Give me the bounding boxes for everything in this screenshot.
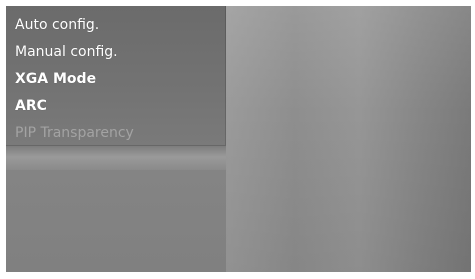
menu-item-manual-config[interactable]: Manual config. xyxy=(15,43,134,70)
panel-divider xyxy=(6,146,226,170)
menu-item-arc[interactable]: ARC xyxy=(15,97,134,124)
osd-menu-list: Auto config. Manual config. XGA Mode ARC… xyxy=(15,16,134,151)
osd-lower-panel xyxy=(6,170,226,272)
tv-screen: Auto config. Manual config. XGA Mode ARC… xyxy=(6,6,471,272)
menu-item-auto-config[interactable]: Auto config. xyxy=(15,16,134,43)
menu-item-xga-mode[interactable]: XGA Mode xyxy=(15,70,134,97)
osd-menu-panel: Auto config. Manual config. XGA Mode ARC… xyxy=(6,6,226,146)
